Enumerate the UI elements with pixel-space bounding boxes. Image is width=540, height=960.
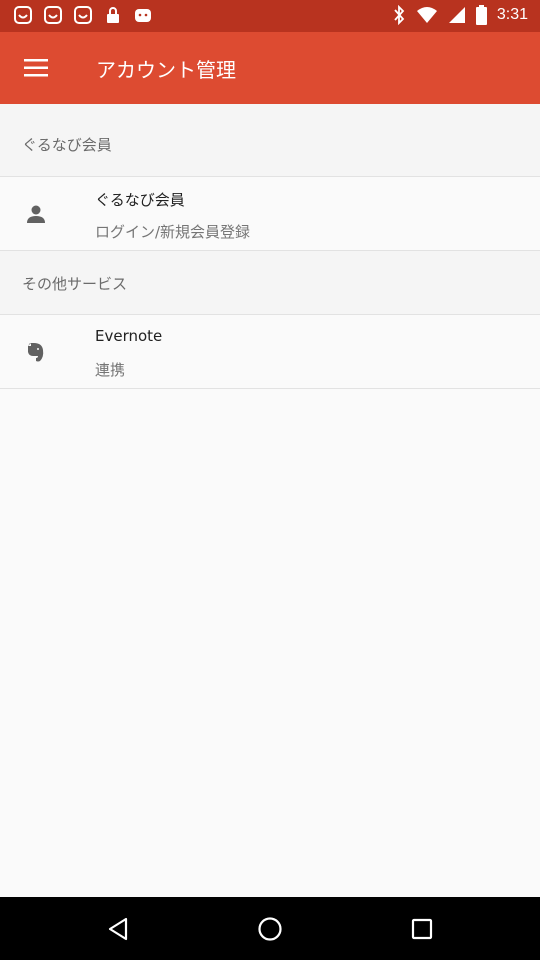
item-title: Evernote bbox=[95, 327, 163, 345]
recents-button[interactable] bbox=[407, 914, 437, 944]
page-title: アカウント管理 bbox=[96, 58, 236, 82]
list-item-gurunavi-member[interactable]: ぐるなび会員 ログイン/新規会員登録 bbox=[0, 177, 540, 251]
menu-button[interactable] bbox=[16, 48, 56, 88]
smiley-notification-icon bbox=[74, 6, 92, 24]
recents-icon bbox=[411, 918, 433, 940]
battery-icon bbox=[475, 5, 487, 25]
home-icon bbox=[258, 917, 282, 941]
item-title: ぐるなび会員 bbox=[95, 191, 185, 209]
notification-icons bbox=[14, 6, 152, 24]
smiley-notification-icon bbox=[44, 6, 62, 24]
home-button[interactable] bbox=[255, 914, 285, 944]
menu-icon bbox=[24, 59, 48, 77]
item-subtitle: ログイン/新規会員登録 bbox=[95, 223, 251, 241]
wifi-icon bbox=[416, 7, 437, 23]
navigation-bar bbox=[0, 897, 540, 960]
item-subtitle: 連携 bbox=[95, 361, 126, 379]
lock-notification-icon bbox=[107, 7, 119, 23]
divider bbox=[0, 388, 540, 389]
section-header-other-services: その他サービス bbox=[0, 251, 540, 314]
section-header-gurunavi-member: ぐるなび会員 bbox=[0, 104, 540, 176]
app-bar: アカウント管理 bbox=[0, 32, 540, 104]
smiley-notification-icon bbox=[14, 6, 32, 24]
person-icon bbox=[27, 205, 45, 223]
section-label: その他サービス bbox=[22, 275, 128, 293]
bluetooth-icon bbox=[394, 5, 405, 25]
back-icon bbox=[108, 917, 128, 941]
section-label: ぐるなび会員 bbox=[22, 136, 112, 154]
signal-icon bbox=[448, 7, 465, 23]
status-time: 3:31 bbox=[496, 6, 528, 23]
system-status-icons: 3:31 bbox=[392, 5, 528, 25]
list-item-evernote[interactable]: Evernote 連携 bbox=[0, 315, 540, 389]
back-button[interactable] bbox=[103, 914, 133, 944]
smiley-notification-icon bbox=[135, 9, 151, 22]
status-bar: 3:31 bbox=[0, 0, 540, 32]
evernote-icon bbox=[28, 343, 44, 362]
